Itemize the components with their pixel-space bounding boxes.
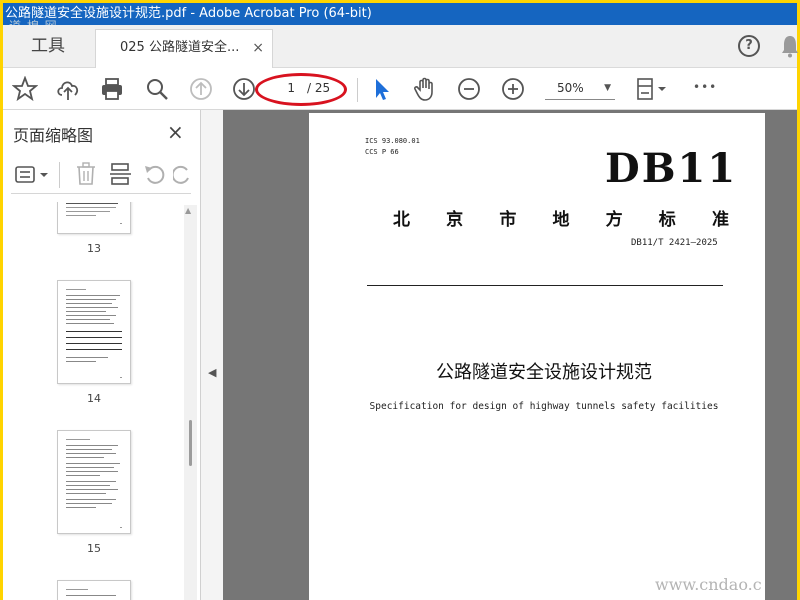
thumbnail-list: 13 14 15: [3, 202, 201, 600]
fit-page-icon[interactable]: [634, 76, 670, 102]
scroll-up-arrow-icon[interactable]: ▲: [185, 206, 191, 215]
insert-page-icon[interactable]: [109, 162, 133, 186]
document-viewport[interactable]: ICS 93.080.01 CCS P 66 DB11 北 京 市 地 方 标 …: [223, 110, 797, 600]
page-thumbnail[interactable]: [57, 430, 131, 534]
thumbnail-scrollbar[interactable]: [184, 205, 197, 600]
tab-tools[interactable]: 工具: [3, 25, 93, 68]
thumbnail-label: 14: [87, 392, 101, 405]
rotate-cw-icon[interactable]: [173, 162, 191, 186]
standard-number: DB11/T 2421—2025: [631, 238, 718, 248]
standard-type-char: 市: [499, 210, 517, 230]
panel-toolbar: [11, 158, 191, 194]
panel-close-icon[interactable]: ×: [167, 120, 184, 144]
thumbnail-options-icon[interactable]: [15, 164, 51, 186]
page-thumbnail[interactable]: [57, 580, 131, 600]
standard-type-char: 京: [446, 210, 464, 230]
scrollbar-thumb[interactable]: [189, 420, 192, 466]
tab-close-icon[interactable]: ×: [252, 30, 264, 66]
standard-type-char: 准: [711, 210, 729, 230]
zoom-out-icon[interactable]: [456, 76, 482, 102]
select-arrow-icon[interactable]: [369, 76, 395, 102]
toolbar-separator: [357, 78, 358, 102]
window-titlebar: 公路隧道安全设施设计规范.pdf - Adobe Acrobat Pro (64…: [3, 3, 797, 25]
panel-tool-separator: [59, 162, 60, 188]
zoom-in-icon[interactable]: [500, 76, 526, 102]
standard-type-char: 标: [658, 210, 676, 230]
standard-type-char: 北: [393, 210, 410, 230]
thumbnail-label: 13: [87, 242, 101, 255]
document-subtitle: Specification for design of highway tunn…: [369, 401, 719, 412]
hand-icon[interactable]: [412, 76, 438, 102]
tab-document-label: 025 公路隧道安全...: [120, 40, 240, 55]
more-icon[interactable]: •••: [693, 80, 717, 94]
window-title: 公路隧道安全设施设计规范.pdf - Adobe Acrobat Pro (64…: [5, 6, 372, 21]
watermark-bottom: www.cndao.c: [655, 575, 762, 594]
header-rule: [367, 285, 723, 286]
print-icon[interactable]: [99, 76, 125, 102]
page-thumbnail[interactable]: [57, 280, 131, 384]
search-zoom-icon[interactable]: [144, 76, 170, 102]
rotate-ccw-icon[interactable]: [143, 162, 167, 186]
chevron-down-icon: ▼: [604, 83, 611, 93]
bell-icon[interactable]: [781, 34, 799, 58]
trash-icon[interactable]: [75, 162, 97, 186]
thumbnail-panel: 页面缩略图 × 13 14 15 ▲: [3, 110, 201, 600]
ccs-code: CCS P 66: [365, 148, 399, 156]
star-icon[interactable]: [12, 76, 38, 102]
tab-document[interactable]: 025 公路隧道安全... ×: [95, 29, 273, 69]
thumbnail-label: 15: [87, 542, 101, 555]
upload-icon[interactable]: [55, 76, 81, 102]
db-mark: DB11: [605, 145, 738, 192]
tab-bar: 工具 025 公路隧道安全... × ?: [3, 25, 799, 69]
document-title: 公路隧道安全设施设计规范: [436, 362, 652, 383]
annotation-highlight-oval: [255, 73, 347, 106]
standard-type-char: 地: [552, 210, 570, 230]
collapse-left-icon[interactable]: ◀: [208, 366, 216, 379]
panel-collapse-bar[interactable]: ◀: [201, 110, 223, 600]
help-icon[interactable]: ?: [738, 35, 760, 57]
ics-code: ICS 93.080.01: [365, 137, 420, 145]
zoom-value: 50%: [557, 81, 584, 95]
panel-title: 页面缩略图: [13, 126, 94, 145]
page-up-icon[interactable]: [188, 76, 214, 102]
zoom-dropdown[interactable]: 50% ▼: [545, 78, 615, 100]
standard-type: 北 京 市 地 方 标 准: [393, 205, 729, 230]
page-down-icon[interactable]: [231, 76, 257, 102]
pdf-page: ICS 93.080.01 CCS P 66 DB11 北 京 市 地 方 标 …: [309, 113, 765, 600]
standard-type-char: 方: [605, 210, 623, 230]
page-thumbnail[interactable]: [57, 202, 131, 234]
toolbar: 1 / 25 50% ▼ •••: [3, 68, 797, 110]
